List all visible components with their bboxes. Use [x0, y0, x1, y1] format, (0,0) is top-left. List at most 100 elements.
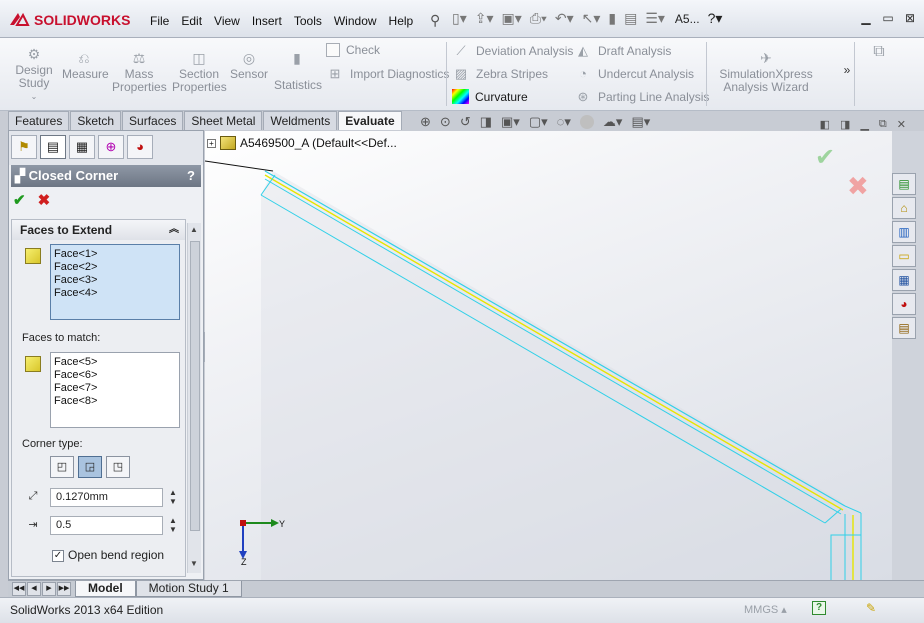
undercut-analysis-button[interactable]: ◔ Undercut Analysis — [574, 66, 694, 82]
list-item[interactable]: Face<7> — [54, 382, 176, 395]
import-diagnostics-button[interactable]: ⊞ Import Diagnostics — [326, 66, 450, 82]
draft-analysis-button[interactable]: ◭ Draft Analysis — [574, 43, 671, 59]
options-icon[interactable]: ☰▾ — [645, 10, 665, 27]
zebra-stripes-button[interactable]: ▨ Zebra Stripes — [452, 66, 548, 82]
simulationxpress-button[interactable]: ✈ SimulationXpress Analysis Wizard — [716, 50, 816, 94]
tab-features[interactable]: Features — [8, 111, 70, 130]
view-orientation-icon[interactable]: ▣▾ — [501, 114, 520, 130]
solidworks-logo[interactable]: SOLIDWORKS — [8, 9, 142, 31]
faces-to-match-list[interactable]: Face<5> Face<6> Face<7> Face<8> — [50, 352, 180, 428]
confirmation-corner-ok-icon[interactable]: ✔ — [815, 143, 835, 172]
view-cube-icon[interactable]: ⧉ — [868, 44, 890, 62]
overlap-ratio-field[interactable]: 0.5 — [50, 516, 163, 535]
units-indicator[interactable]: MMGS ▴ — [744, 603, 787, 616]
tab-sketch[interactable]: Sketch — [70, 111, 122, 130]
feature-manager-tab-icon[interactable]: ⚑ — [11, 135, 37, 159]
file-properties-icon[interactable]: ▤ — [624, 10, 637, 27]
close-button[interactable]: ⊠ — [902, 10, 918, 26]
apply-scene-icon[interactable]: ☁▾ — [603, 114, 623, 130]
rebuild-icon[interactable]: ▮ — [608, 10, 616, 27]
cancel-button[interactable]: ✖ — [38, 191, 51, 209]
collapse-chevron-icon[interactable]: ︽ — [169, 220, 185, 240]
list-item[interactable]: Face<5> — [54, 356, 176, 369]
first-tab-arrow-icon[interactable]: ◀◀ — [12, 582, 26, 596]
measure-button[interactable]: ⎌ Measure — [62, 50, 109, 81]
view-settings-icon[interactable]: ▤▾ — [631, 114, 650, 130]
view-palette-icon[interactable]: ▦ — [892, 269, 916, 291]
open-bend-region-checkbox[interactable]: ✓ — [52, 550, 64, 562]
statistics-button[interactable]: ▮ Statistics — [274, 50, 322, 92]
solidworks-resources-icon[interactable]: ▤ — [892, 173, 916, 195]
group-title-bar[interactable]: Faces to Extend ︽ — [12, 220, 185, 240]
tab-motion-study-1[interactable]: Motion Study 1 — [135, 581, 242, 597]
previous-view-icon[interactable]: ↺ — [460, 114, 471, 130]
confirmation-corner-cancel-icon[interactable]: ✖ — [847, 171, 869, 202]
minimize-button[interactable]: ▁ — [858, 10, 874, 26]
menu-edit[interactable]: Edit — [175, 10, 208, 32]
menu-file[interactable]: File — [144, 10, 175, 32]
gap-distance-field[interactable]: 0.1270mm — [50, 488, 163, 507]
scroll-up-icon[interactable]: ▲ — [190, 225, 198, 234]
graphics-area[interactable]: + A5469500_A (Default<<Def... ✔ ✖ Y Z — [205, 131, 893, 581]
overlap-ratio-spinner[interactable]: ▲ ▼ — [168, 516, 178, 535]
custom-properties-icon[interactable]: ▤ — [892, 317, 916, 339]
check-button[interactable]: Check — [326, 43, 380, 57]
hide-show-items-icon[interactable]: ◌▾ — [557, 114, 571, 130]
last-tab-arrow-icon[interactable]: ▶▶ — [57, 582, 71, 596]
parting-line-analysis-button[interactable]: ⊛ Parting Line Analysis — [574, 89, 710, 105]
pin-menu-icon[interactable]: ⚲ — [430, 12, 440, 29]
quick-tips-icon[interactable]: ? — [812, 601, 826, 615]
next-tab-arrow-icon[interactable]: ▶ — [42, 582, 56, 596]
configuration-manager-tab-icon[interactable]: ▦ — [69, 135, 95, 159]
dimxpert-manager-tab-icon[interactable]: ⊕ — [98, 135, 124, 159]
list-item[interactable]: Face<3> — [54, 274, 176, 287]
mass-properties-button[interactable]: ⚖ Mass Properties — [112, 50, 167, 94]
menu-help[interactable]: Help — [383, 10, 420, 32]
menu-window[interactable]: Window — [328, 10, 383, 32]
curvature-button[interactable]: Curvature — [452, 89, 528, 104]
print-icon[interactable]: ⎙▾ — [530, 10, 547, 27]
display-manager-tab-icon[interactable]: ◕ — [127, 135, 153, 159]
sensor-button[interactable]: ◎ Sensor — [228, 50, 270, 81]
list-item[interactable]: Face<6> — [54, 369, 176, 382]
save-icon[interactable]: ▣▾ — [502, 10, 522, 27]
pm-help-button[interactable]: ? — [187, 165, 201, 187]
section-view-icon[interactable]: ◨ — [480, 114, 492, 130]
property-manager-tab-icon[interactable]: ▤ — [40, 135, 66, 159]
list-item[interactable]: Face<2> — [54, 261, 176, 274]
undo-icon[interactable]: ↶▾ — [555, 10, 574, 27]
butt-corner-button[interactable]: ◰ — [50, 456, 74, 478]
help-icon[interactable]: ?▾ — [708, 10, 723, 27]
display-style-icon[interactable]: ▢▾ — [529, 114, 548, 130]
list-item[interactable]: Face<8> — [54, 395, 176, 408]
menu-tools[interactable]: Tools — [288, 10, 328, 32]
zoom-to-area-icon[interactable]: ⊙ — [440, 114, 451, 130]
tile-right-icon[interactable]: ◨ — [840, 118, 850, 131]
menu-insert[interactable]: Insert — [246, 10, 288, 32]
expand-tree-icon[interactable]: + — [207, 138, 216, 148]
file-explorer-icon[interactable]: ▭ — [892, 245, 916, 267]
viewport-minimize-icon[interactable]: ▁ — [860, 118, 868, 131]
appearances-icon[interactable]: ◕ — [892, 293, 916, 315]
ribbon-more-button[interactable]: » — [840, 64, 854, 77]
tag-icon[interactable]: ✎ — [866, 601, 876, 615]
tab-model[interactable]: Model — [75, 581, 136, 597]
design-library-icon[interactable]: ▥ — [892, 221, 916, 243]
deviation-analysis-button[interactable]: ⟋ Deviation Analysis — [452, 43, 573, 59]
scroll-down-icon[interactable]: ▼ — [190, 559, 198, 568]
ok-button[interactable]: ✔ — [13, 191, 26, 209]
feature-tree-root[interactable]: + A5469500_A (Default<<Def... — [207, 136, 397, 150]
pm-scrollbar[interactable]: ▲ ▼ — [187, 223, 201, 573]
list-item[interactable]: Face<1> — [54, 248, 176, 261]
tab-surfaces[interactable]: Surfaces — [122, 111, 184, 130]
tile-left-icon[interactable]: ◧ — [820, 118, 830, 131]
scroll-thumb[interactable] — [190, 241, 200, 531]
list-item[interactable]: Face<4> — [54, 287, 176, 300]
restore-button[interactable]: ▭ — [880, 10, 896, 26]
home-icon[interactable]: ⌂ — [892, 197, 916, 219]
new-document-icon[interactable]: ▯▾ — [452, 10, 467, 27]
underlap-corner-button[interactable]: ◳ — [106, 456, 130, 478]
tab-weldments[interactable]: Weldments — [263, 111, 338, 130]
viewport-close-icon[interactable]: ✕ — [897, 118, 906, 131]
section-properties-button[interactable]: ◫ Section Properties — [172, 50, 227, 94]
